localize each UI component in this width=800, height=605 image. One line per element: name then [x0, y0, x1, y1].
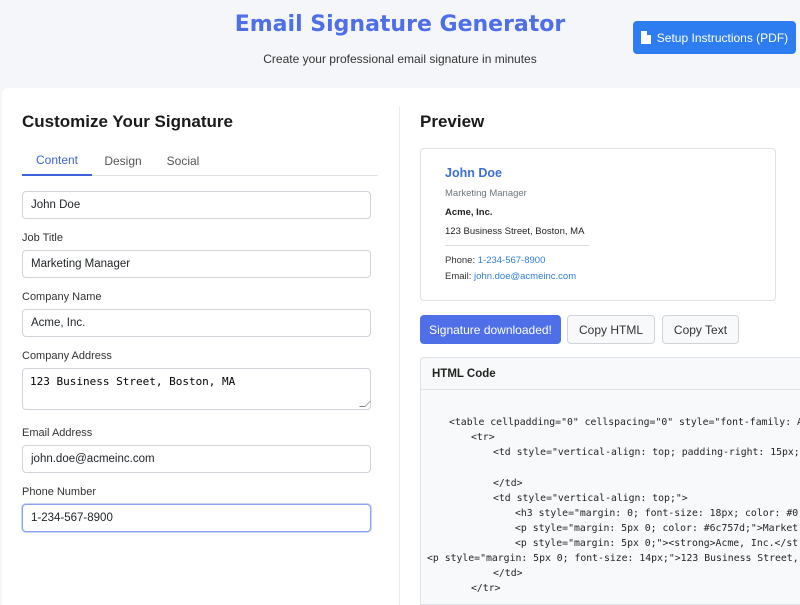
company-address-label: Company Address	[22, 350, 112, 362]
preview-title: Preview	[420, 112, 485, 131]
code-line: <table cellpadding="0" cellspacing="0" s…	[449, 417, 800, 428]
signature-divider	[445, 245, 589, 246]
code-line: <h3 style="margin: 0; font-size: 18px; c…	[515, 508, 799, 519]
signature-name: John Doe	[445, 166, 502, 180]
phone-label: Phone Number	[22, 486, 96, 498]
form-tabs: Content Design Social	[22, 146, 378, 176]
html-code-panel: HTML Code <table cellpadding="0" cellspa…	[420, 357, 800, 605]
signature-email: Email: john.doe@acmeinc.com	[445, 271, 576, 282]
tab-social[interactable]: Social	[154, 146, 212, 176]
main-card: Customize Your Signature Content Design …	[2, 88, 800, 605]
signature-email-label: Email:	[445, 271, 475, 282]
setup-instructions-button[interactable]: Setup Instructions (PDF)	[633, 21, 796, 54]
copy-text-button[interactable]: Copy Text	[662, 315, 739, 344]
code-line: <td style="vertical-align: top;">	[493, 493, 688, 504]
code-line: <tr>	[471, 432, 495, 443]
code-line: <p style="margin: 5px 0; font-size: 14px…	[427, 553, 799, 564]
code-line: </tr>	[471, 583, 501, 594]
code-line: <td style="vertical-align: top; padding-…	[493, 447, 800, 458]
code-line: <p style="margin: 5px 0;"><strong>Acme, …	[515, 538, 799, 549]
job-title-input[interactable]	[22, 250, 371, 278]
html-code-title: HTML Code	[421, 358, 800, 390]
code-line: <p style="margin: 5px 0; color: #6c757d;…	[515, 523, 799, 534]
page-header: Email Signature Generator Create your pr…	[0, 0, 800, 88]
job-title-label: Job Title	[22, 232, 63, 244]
signature-email-link[interactable]: john.doe@acmeinc.com	[474, 271, 576, 282]
column-divider	[399, 106, 400, 605]
download-signature-button[interactable]: Signature downloaded!	[420, 315, 561, 344]
customize-title: Customize Your Signature	[22, 112, 233, 131]
app-subtitle: Create your professional email signature…	[263, 52, 537, 66]
signature-phone-link[interactable]: 1-234-567-8900	[478, 255, 546, 266]
email-label: Email Address	[22, 427, 93, 439]
signature-phone-label: Phone:	[445, 255, 478, 266]
signature-preview: John Doe Marketing Manager Acme, Inc. 12…	[420, 148, 776, 301]
tab-content[interactable]: Content	[22, 146, 92, 176]
code-line: </td>	[493, 478, 523, 489]
signature-job-title: Marketing Manager	[445, 188, 527, 199]
setup-instructions-label: Setup Instructions (PDF)	[656, 30, 789, 45]
phone-input[interactable]	[22, 504, 371, 532]
signature-address: 123 Business Street, Boston, MA	[445, 226, 585, 237]
code-line: </td>	[493, 568, 523, 579]
document-icon	[640, 31, 651, 44]
tab-design[interactable]: Design	[92, 146, 154, 176]
company-name-label: Company Name	[22, 291, 102, 303]
signature-phone: Phone: 1-234-567-8900	[445, 255, 545, 266]
signature-company: Acme, Inc.	[445, 207, 493, 218]
copy-html-button[interactable]: Copy HTML	[567, 315, 655, 344]
email-input[interactable]	[22, 445, 371, 473]
company-name-input[interactable]	[22, 309, 371, 337]
company-address-textarea[interactable]: 123 Business Street, Boston, MA	[22, 368, 371, 410]
full-name-input[interactable]	[22, 191, 371, 219]
